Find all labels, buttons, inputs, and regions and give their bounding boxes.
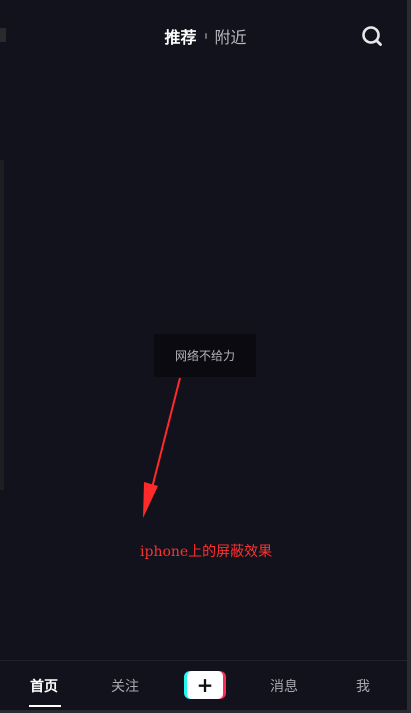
tab-following[interactable]: 关注 <box>111 676 139 696</box>
annotation-arrow <box>143 377 181 518</box>
tab-recommended[interactable]: 推荐 <box>164 24 196 48</box>
bottom-tab-bar: 首页 关注 + 消息 我 <box>0 660 407 711</box>
search-button[interactable] <box>361 25 383 47</box>
background-edge-artifact <box>0 160 4 490</box>
toast-message: 网络不给力 <box>174 349 235 363</box>
tab-messages[interactable]: 消息 <box>270 676 298 696</box>
active-tab-indicator <box>29 705 61 707</box>
tab-nearby[interactable]: 附近 <box>215 24 247 48</box>
search-icon <box>362 26 382 46</box>
tab-me[interactable]: 我 <box>356 676 370 696</box>
top-tabs: 推荐 附近 <box>0 18 411 54</box>
app-screen: 推荐 附近 网络不给力 iphone上的屏蔽效果 首页 关注 + 消息 我 <box>0 0 411 713</box>
create-button[interactable]: + <box>184 671 226 699</box>
window-frame-right <box>407 0 411 713</box>
tab-home[interactable]: 首页 <box>30 676 58 696</box>
plus-icon: + <box>187 671 223 699</box>
top-nav: 推荐 附近 <box>0 18 411 54</box>
annotation-text: iphone上的屏蔽效果 <box>140 544 273 560</box>
tab-separator <box>204 33 207 39</box>
